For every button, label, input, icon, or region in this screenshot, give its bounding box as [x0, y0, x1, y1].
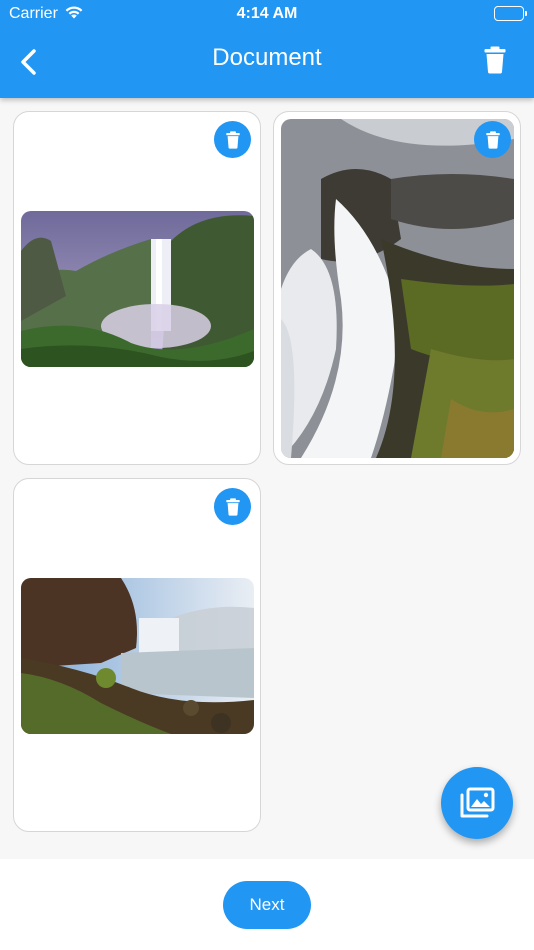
trash-icon: [225, 497, 240, 516]
status-time: 4:14 AM: [236, 5, 298, 22]
next-button[interactable]: Next: [223, 881, 311, 929]
battery-icon: [494, 6, 527, 21]
trash-icon: [485, 130, 500, 149]
delete-document-button[interactable]: [474, 121, 511, 158]
trash-icon: [484, 46, 506, 74]
gallery-icon: [460, 787, 495, 818]
document-card[interactable]: [273, 111, 521, 465]
app-bar: Carrier 4:14 AM Document: [0, 0, 534, 98]
delete-all-button[interactable]: [484, 46, 506, 79]
page-title: Document: [212, 44, 322, 71]
status-bar: Carrier 4:14 AM: [0, 0, 534, 28]
delete-document-button[interactable]: [214, 121, 251, 158]
document-image: [281, 119, 514, 458]
document-card[interactable]: [13, 111, 261, 465]
trash-icon: [225, 130, 240, 149]
add-from-gallery-button[interactable]: [441, 767, 513, 839]
document-card[interactable]: [13, 478, 261, 832]
document-image: [21, 211, 254, 367]
delete-document-button[interactable]: [214, 488, 251, 525]
document-image: [21, 578, 254, 734]
